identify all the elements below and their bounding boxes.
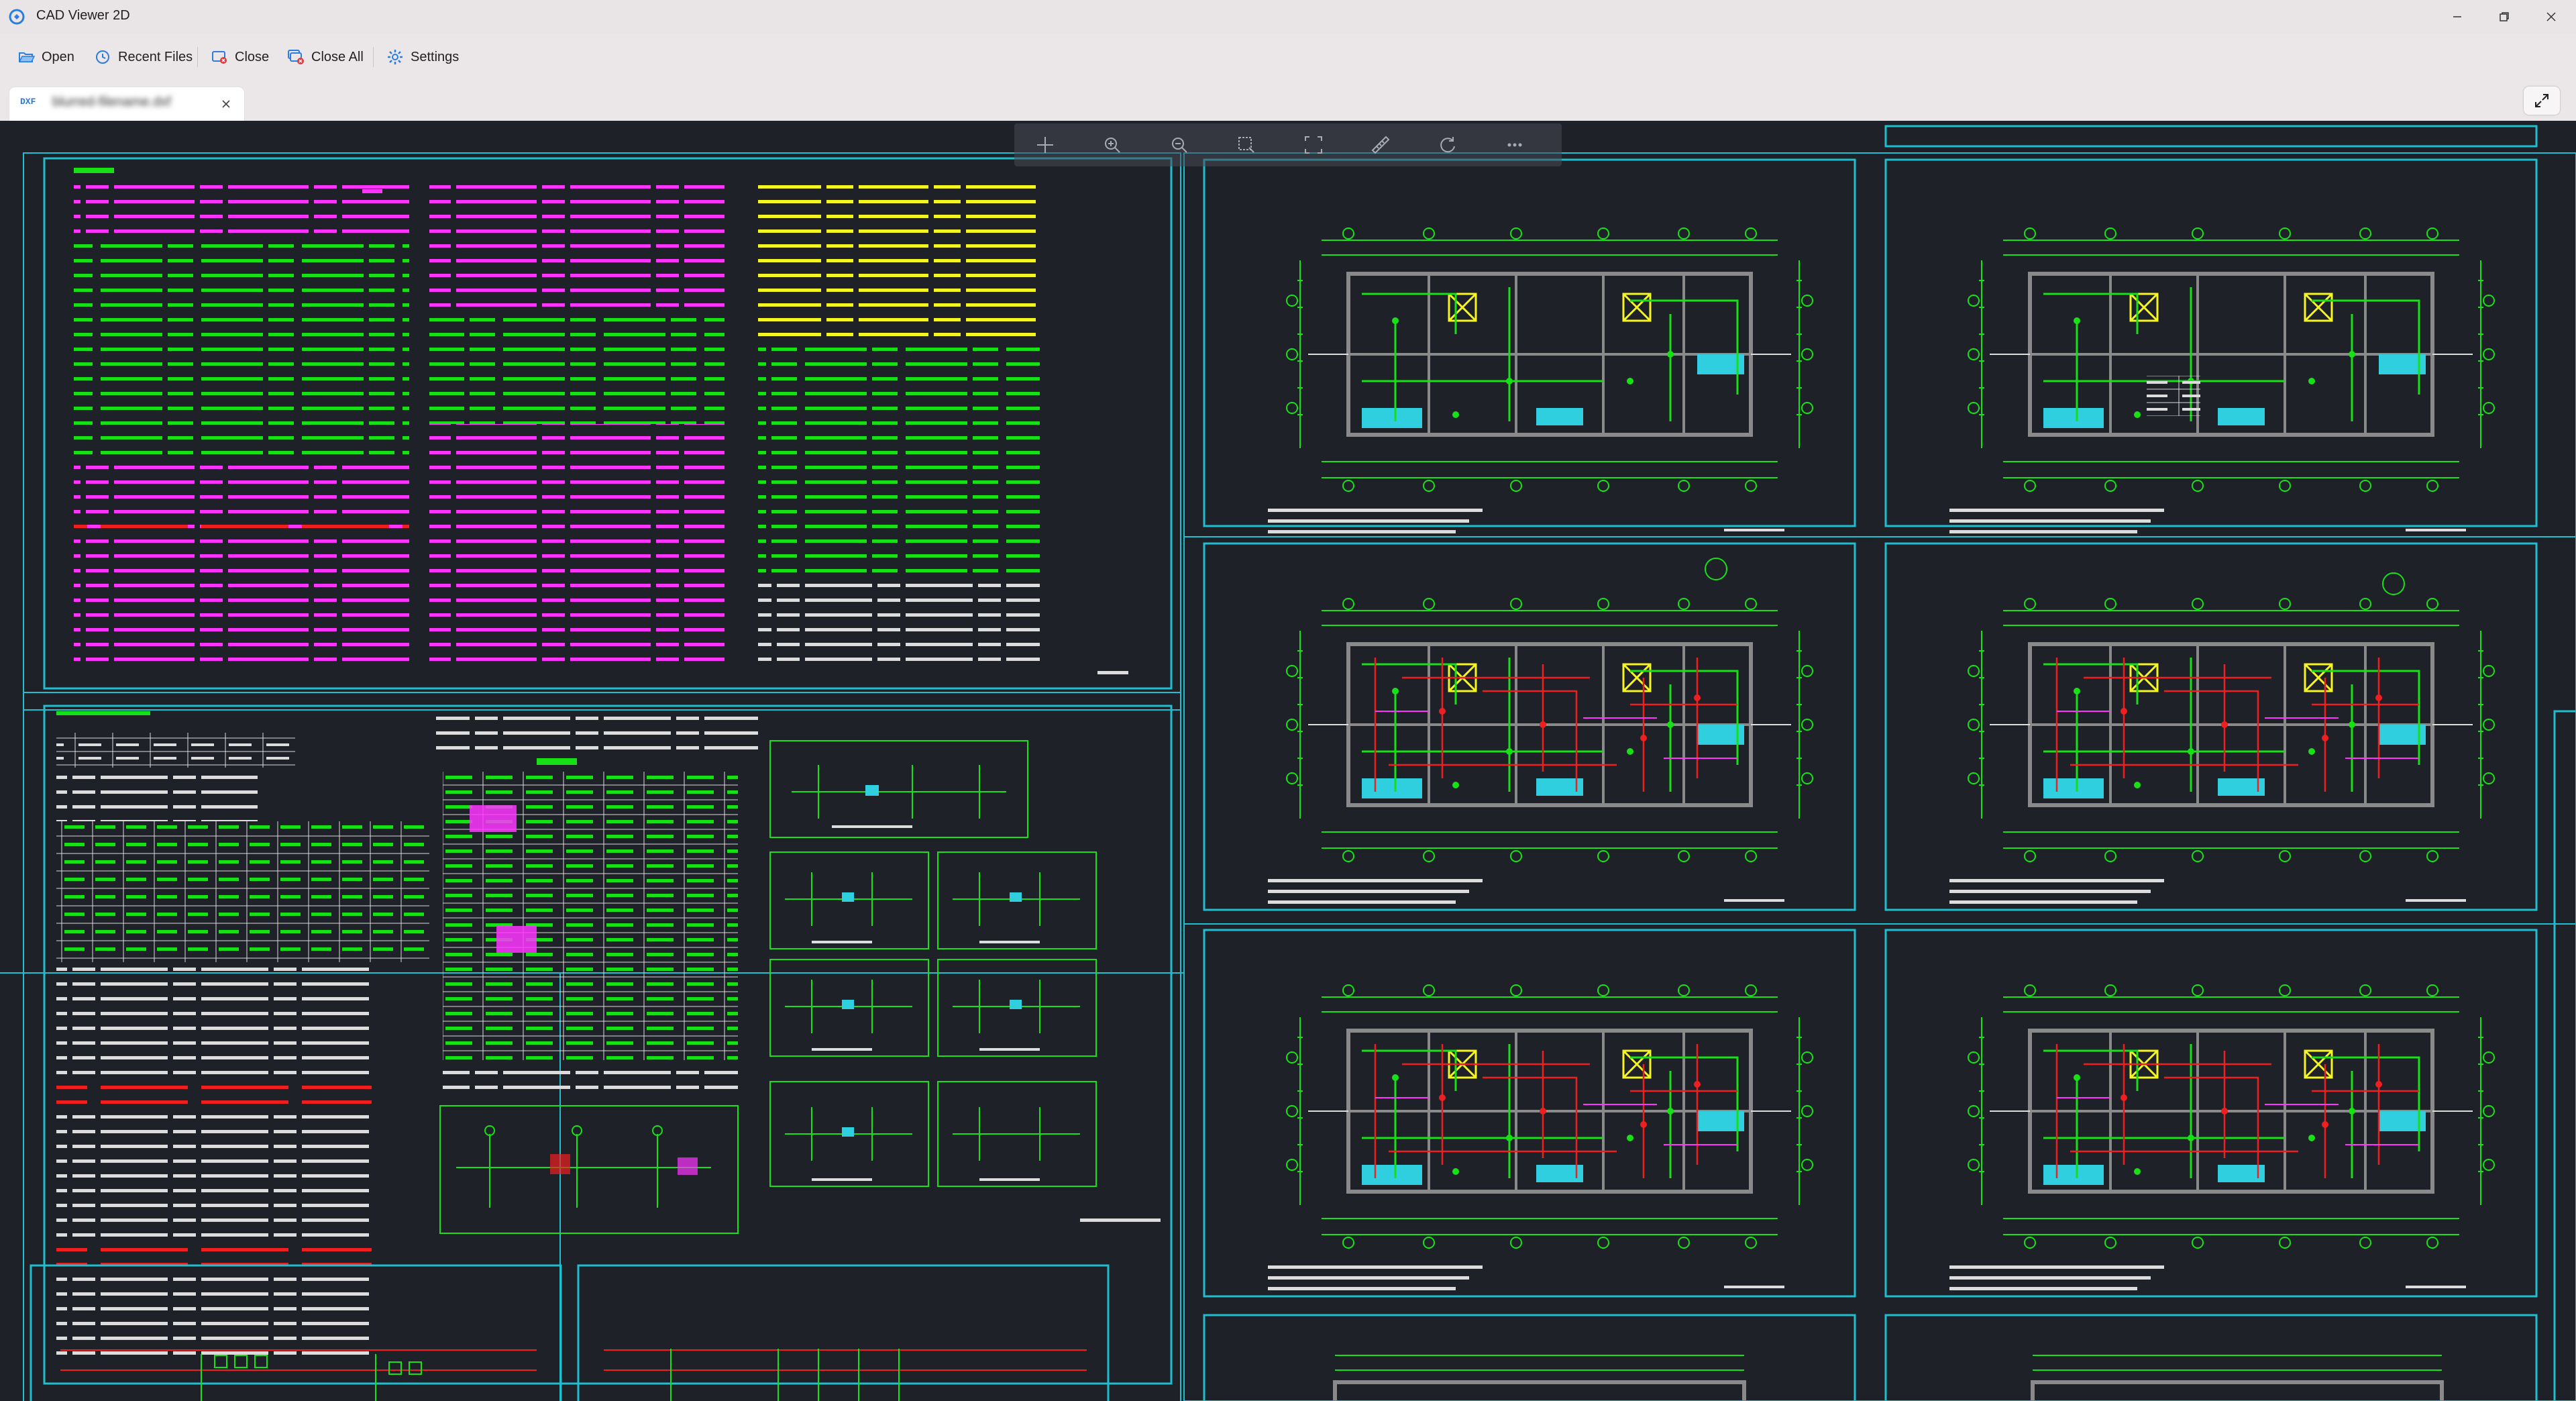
open-label: Open [42,49,74,64]
floor-plan [1203,542,1856,911]
tab-filename: blurred-filename.dxf [52,95,171,109]
folder-open-icon [18,52,35,62]
close-all-label: Close All [311,49,364,64]
restore-button[interactable] [2481,3,2528,31]
toolbar-divider [197,47,198,67]
gear-icon [388,50,402,64]
floating-view-toolbar [1014,123,1562,166]
window-close-button[interactable] [2528,3,2575,31]
clock-icon [96,50,109,64]
recent-files-button[interactable]: Recent Files [90,44,197,70]
minimize-button[interactable] [2434,3,2481,31]
close-file-button[interactable]: Close [207,44,273,70]
pan-icon[interactable] [1034,134,1056,156]
floor-plan [1203,158,1856,533]
document-tabs: DXF blurred-filename.dxf [0,81,2576,121]
settings-label: Settings [411,49,460,64]
restore-icon [2500,12,2509,21]
cad-drawing-canvas[interactable] [0,121,2576,1401]
close-all-icon [288,50,304,64]
expand-button[interactable] [2524,87,2560,115]
title-bar: CAD Viewer 2D [0,0,2576,34]
zoom-in-icon[interactable] [1102,134,1123,156]
fit-icon[interactable] [1303,134,1324,156]
main-toolbar: Open Recent Files Close Close All Settin… [0,34,2576,81]
close-label: Close [235,49,270,64]
zoom-out-icon[interactable] [1169,134,1190,156]
zoom-window-icon[interactable] [1236,134,1257,156]
recent-files-label: Recent Files [118,49,193,64]
rotate-icon[interactable] [1437,134,1458,156]
close-icon [2546,12,2556,21]
cad-app-icon [9,9,25,25]
open-button[interactable]: Open [13,44,78,70]
close-file-icon [212,51,227,64]
toolbar-divider [373,47,374,67]
more-icon[interactable] [1504,134,1525,156]
drawing-viewport[interactable] [0,121,2576,1401]
settings-button[interactable]: Settings [382,44,463,70]
floor-plan [1884,929,2538,1298]
floor-plan [1884,158,2538,533]
floor-plan [1884,542,2538,911]
minimize-icon [2453,16,2461,17]
floor-plan [1203,929,1856,1298]
file-type-badge: DXF [20,97,36,107]
close-icon[interactable] [217,95,235,113]
app-title: CAD Viewer 2D [36,8,130,23]
floor-plan [1884,1314,2538,1401]
close-all-button[interactable]: Close All [283,44,368,70]
floor-plan [1203,1314,1856,1401]
measure-icon[interactable] [1370,134,1391,156]
expand-icon [2535,94,2548,107]
document-tab[interactable]: DXF blurred-filename.dxf [9,87,244,121]
